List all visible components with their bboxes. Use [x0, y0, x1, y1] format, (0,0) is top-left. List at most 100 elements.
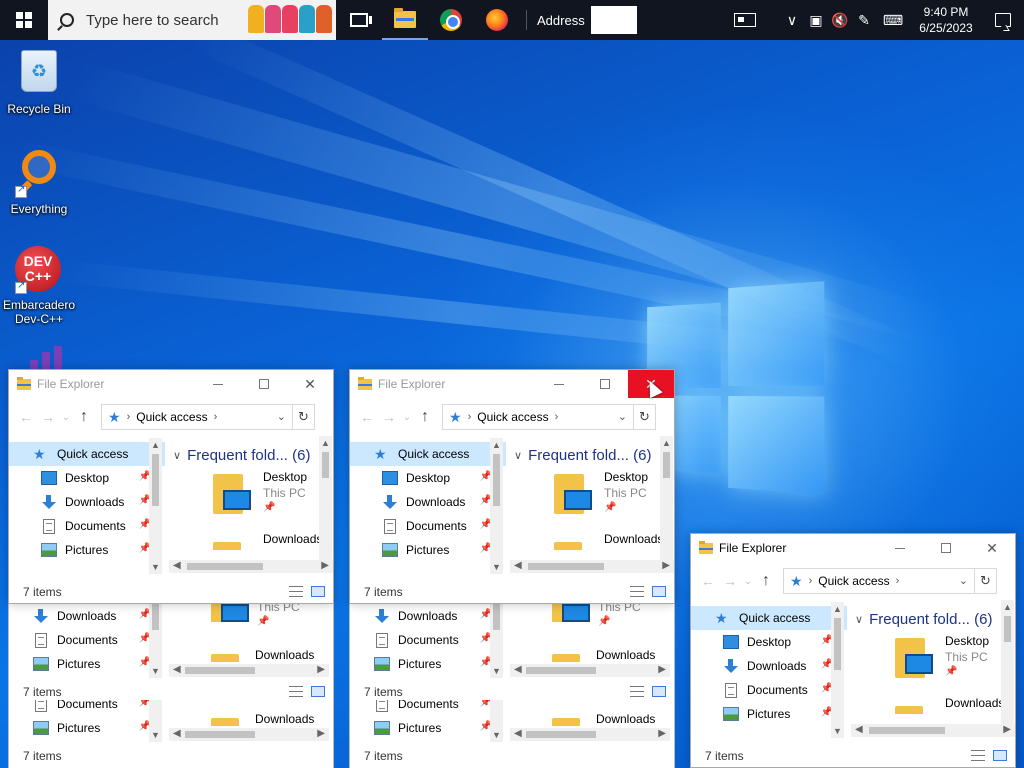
- folder-tile-desktop[interactable]: Desktop This PC 📌: [514, 468, 660, 530]
- nav-item-documents[interactable]: Documents 📌: [350, 628, 506, 652]
- nav-item-pictures[interactable]: Pictures 📌: [9, 538, 165, 562]
- file-explorer-window[interactable]: File Explorer ✕ ← → ⌄ ↑ ★ › Quick access…: [8, 369, 334, 604]
- nav-item-downloads[interactable]: Downloads 📌: [9, 490, 165, 514]
- folder-tile-downloads[interactable]: Downloads: [514, 530, 663, 550]
- show-hidden-icons-icon[interactable]: ∨: [780, 0, 804, 40]
- large-icons-view-icon[interactable]: [993, 750, 1007, 761]
- file-explorer-window[interactable]: File Explorer ✕ ← → ⌄ ↑ ★ › Quick access…: [349, 369, 675, 604]
- details-view-icon[interactable]: [971, 750, 985, 761]
- horizontal-scrollbar[interactable]: ◀ ▶: [510, 728, 670, 741]
- refresh-icon[interactable]: ↻: [293, 404, 315, 430]
- nav-item-pictures[interactable]: Pictures 📌: [691, 702, 847, 726]
- group-header[interactable]: ∨ Frequent fold... (6): [173, 442, 319, 468]
- large-icons-view-icon[interactable]: [652, 686, 666, 697]
- chevron-down-icon[interactable]: ⌄: [618, 410, 627, 423]
- horizontal-scrollbar[interactable]: ◀ ▶: [510, 560, 674, 573]
- taskbar-search-box[interactable]: Type here to search: [48, 0, 336, 40]
- details-view-icon[interactable]: [289, 586, 303, 597]
- group-header[interactable]: ∨ Frequent fold... (6): [855, 606, 1001, 632]
- minimize-button[interactable]: [877, 534, 923, 562]
- folder-tile-downloads[interactable]: Downloads: [855, 694, 1004, 714]
- desktop-icon-recycle-bin[interactable]: Recycle Bin: [1, 48, 77, 116]
- details-view-icon[interactable]: [289, 686, 303, 697]
- nav-item-desktop[interactable]: Desktop 📌: [350, 466, 506, 490]
- close-button[interactable]: ✕: [287, 370, 333, 398]
- nav-scrollbar[interactable]: ▲ ▼: [831, 602, 844, 738]
- taskbar-chrome[interactable]: [428, 0, 474, 40]
- action-center-button[interactable]: [982, 0, 1024, 40]
- forward-arrow-icon[interactable]: →: [719, 573, 741, 589]
- up-arrow-icon[interactable]: ↑: [414, 408, 436, 426]
- chevron-down-icon[interactable]: ⌄: [959, 574, 968, 587]
- nav-item-pictures[interactable]: Pictures 📌: [9, 652, 165, 676]
- chevron-down-icon[interactable]: ⌄: [277, 410, 286, 423]
- maximize-button[interactable]: [582, 370, 628, 398]
- nav-item-downloads[interactable]: Downloads 📌: [350, 490, 506, 514]
- dropdown-arrow-icon[interactable]: ⌄: [59, 412, 73, 423]
- news-icon[interactable]: [734, 13, 756, 27]
- clock[interactable]: 9:40 PM 6/25/2023: [910, 4, 982, 36]
- nav-scrollbar[interactable]: ▲ ▼: [490, 438, 503, 574]
- address-bar[interactable]: ★ › Quick access › ⌄: [783, 568, 975, 594]
- nav-item-pictures[interactable]: Pictures 📌: [350, 652, 506, 676]
- horizontal-scrollbar[interactable]: ◀ ▶: [510, 664, 670, 677]
- horizontal-scrollbar[interactable]: ◀ ▶: [169, 728, 329, 741]
- nav-scrollbar[interactable]: ▼: [490, 700, 503, 742]
- title-bar[interactable]: File Explorer ✕: [350, 370, 674, 398]
- address-bar[interactable]: ★ › Quick access › ⌄: [101, 404, 293, 430]
- details-view-icon[interactable]: [630, 686, 644, 697]
- nav-item-documents[interactable]: Documents 📌: [9, 514, 165, 538]
- file-explorer-window[interactable]: File Explorer ✕ ← → ⌄ ↑ ★ › Quick access…: [690, 533, 1016, 768]
- folder-tile-desktop[interactable]: Desktop This PC 📌: [855, 632, 1001, 694]
- back-arrow-icon[interactable]: ←: [15, 409, 37, 425]
- taskbar-firefox[interactable]: [474, 0, 520, 40]
- close-button[interactable]: ✕: [969, 534, 1015, 562]
- nav-item-desktop[interactable]: Desktop 📌: [9, 466, 165, 490]
- horizontal-scrollbar[interactable]: ◀ ▶: [169, 664, 329, 677]
- keyboard-icon[interactable]: ⌨: [876, 0, 910, 40]
- maximize-button[interactable]: [241, 370, 287, 398]
- forward-arrow-icon[interactable]: →: [378, 409, 400, 425]
- back-arrow-icon[interactable]: ←: [697, 573, 719, 589]
- up-arrow-icon[interactable]: ↑: [755, 572, 777, 590]
- start-button[interactable]: [0, 0, 48, 40]
- network-icon[interactable]: ▣: [804, 0, 828, 40]
- content-scrollbar[interactable]: ▲: [660, 436, 673, 560]
- folder-tile-downloads[interactable]: Downloads: [173, 530, 322, 550]
- horizontal-scrollbar[interactable]: ◀ ▶: [851, 724, 1015, 737]
- nav-item-downloads[interactable]: Downloads 📌: [9, 604, 165, 628]
- refresh-icon[interactable]: ↻: [975, 568, 997, 594]
- dropdown-arrow-icon[interactable]: ⌄: [741, 576, 755, 587]
- group-header[interactable]: ∨ Frequent fold... (6): [514, 442, 660, 468]
- nav-scrollbar[interactable]: ▼: [490, 600, 503, 678]
- nav-item-pictures[interactable]: Pictures 📌: [350, 538, 506, 562]
- address-input[interactable]: [590, 6, 637, 34]
- horizontal-scrollbar[interactable]: ◀ ▶: [169, 560, 333, 573]
- nav-scrollbar[interactable]: ▼: [149, 600, 162, 678]
- large-icons-view-icon[interactable]: [311, 686, 325, 697]
- desktop-icon-everything[interactable]: Everything: [1, 148, 77, 216]
- nav-item-pictures[interactable]: Pictures 📌: [9, 716, 165, 740]
- address-bar[interactable]: ★ › Quick access › ⌄: [442, 404, 634, 430]
- nav-item-quick-access[interactable]: ★ Quick access: [350, 442, 506, 466]
- nav-item-pictures[interactable]: Pictures 📌: [350, 716, 506, 740]
- nav-item-documents[interactable]: Documents 📌: [350, 700, 506, 716]
- back-arrow-icon[interactable]: ←: [356, 409, 378, 425]
- nav-item-downloads[interactable]: Downloads 📌: [691, 654, 847, 678]
- refresh-icon[interactable]: ↻: [634, 404, 656, 430]
- nav-item-documents[interactable]: Documents 📌: [9, 700, 165, 716]
- volume-muted-icon[interactable]: 🔇: [828, 0, 852, 40]
- large-icons-view-icon[interactable]: [652, 586, 666, 597]
- nav-item-desktop[interactable]: Desktop 📌: [691, 630, 847, 654]
- nav-scrollbar[interactable]: ▲ ▼: [149, 438, 162, 574]
- title-bar[interactable]: File Explorer ✕: [9, 370, 333, 398]
- nav-item-documents[interactable]: Documents 📌: [691, 678, 847, 702]
- nav-item-quick-access[interactable]: ★ Quick access: [691, 606, 847, 630]
- nav-item-documents[interactable]: Documents 📌: [350, 514, 506, 538]
- minimize-button[interactable]: [195, 370, 241, 398]
- maximize-button[interactable]: [923, 534, 969, 562]
- nav-item-quick-access[interactable]: ★ Quick access: [9, 442, 165, 466]
- content-scrollbar[interactable]: ▲: [1001, 600, 1014, 724]
- nav-item-documents[interactable]: Documents 📌: [9, 628, 165, 652]
- desktop-icon-devcpp[interactable]: DEV C++ Embarcadero Dev-C++: [1, 246, 77, 326]
